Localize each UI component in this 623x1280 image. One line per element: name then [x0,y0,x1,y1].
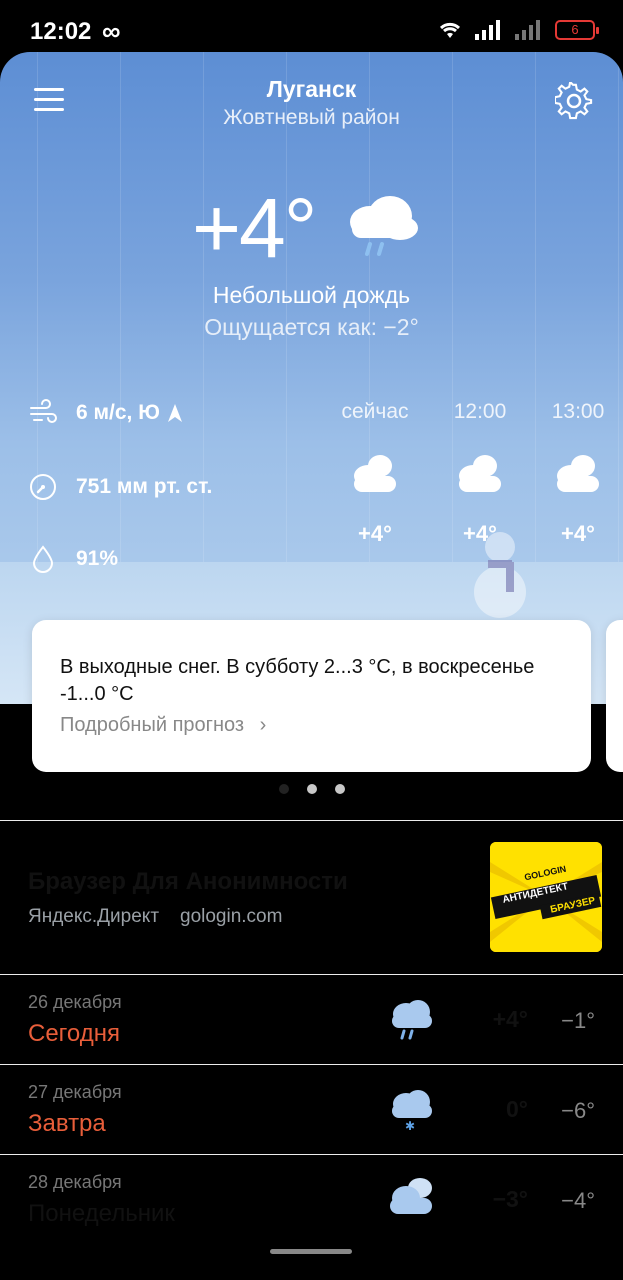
weather-hero: Луганск Жовтневый район +4° Небольшой до… [0,52,623,704]
infinity-icon: ∞ [102,16,121,46]
signal-icon [475,20,500,40]
day-max-temp: −3° [492,1186,528,1212]
divider [0,820,623,821]
day-max-temp: 0° [506,1096,528,1122]
cloud-snow-icon: ✱ [392,1090,432,1130]
day-date: 26 декабря [28,992,122,1012]
hour-13[interactable]: 13:00 +4° [533,400,623,547]
carousel-dot[interactable] [278,784,289,794]
status-bar: 12:02 ∞ 6 [0,0,623,56]
day-date: 27 декабря [28,1082,122,1102]
pressure-value: 751 мм рт. ст. [76,475,213,498]
cloud-sun-icon [459,455,501,492]
wifi-icon [439,22,461,38]
hour-temp: +4° [561,521,595,546]
hour-label: 12:00 [453,400,507,423]
svg-text:✱: ✱ [405,1119,415,1130]
wind-direction-icon [167,404,182,422]
day-min-temp: −4° [561,1188,595,1213]
district-name: Жовтневый район [223,106,400,129]
pressure-row: 751 мм рт. ст. [28,472,212,502]
city-name[interactable]: Луганск [0,76,623,103]
cloud-sun-icon [557,455,599,492]
status-time: 12:02 [30,18,92,45]
day-max-temp: +4° [492,1006,528,1032]
day-row[interactable]: 27 декабря Завтра ✱ 0° −6° [0,1064,623,1154]
day-name: Сегодня [28,1020,120,1047]
wind-row: 6 м/с, Ю [28,398,182,428]
hour-label: сейчас [341,400,409,423]
carousel-dots [0,784,623,794]
home-indicator[interactable] [270,1249,352,1254]
hour-temp: +4° [358,521,392,546]
day-row[interactable]: 26 декабря Сегодня +4° −1° [0,974,623,1064]
day-row[interactable]: 28 декабря Понедельник −3° −4° [0,1154,623,1244]
hour-label: 13:00 [551,400,605,423]
signal-icon-2 [515,20,540,40]
cloud-rain-icon [350,196,418,256]
feels-like-text: Ощущается как: −2° [204,314,419,340]
forecast-card[interactable]: В выходные снег. В субботу 2...3 °C, в в… [32,620,591,772]
cloud-rain-icon [392,1000,432,1040]
humidity-row: 91% [28,544,118,574]
carousel-dot[interactable] [334,784,345,794]
wind-value: 6 м/с, Ю [76,401,160,424]
day-min-temp: −6° [561,1098,595,1123]
hour-temp: +4° [463,521,497,546]
battery-icon: 6 [555,20,599,40]
current-temperature: +4° [192,181,317,275]
detailed-forecast-link[interactable]: Подробный прогноз › [60,714,563,737]
ad-source: Яндекс.Директ [28,906,160,927]
cloud-icon [390,1178,432,1214]
chevron-right-icon: › [259,714,267,736]
forecast-card-next[interactable] [606,620,623,772]
day-min-temp: −1° [561,1008,595,1033]
day-name: Завтра [28,1110,106,1137]
ad-domain[interactable]: gologin.com [180,906,282,928]
humidity-icon [32,545,54,573]
carousel-dot[interactable] [306,784,317,794]
wind-icon [30,399,57,423]
status-icons: 6 [437,20,599,40]
humidity-value: 91% [76,547,119,570]
day-date: 28 декабря [28,1172,122,1192]
ad-title[interactable]: Браузер Для Анонимности [28,868,348,896]
day-name: Понедельник [28,1200,175,1227]
cloud-sun-icon [354,455,396,492]
hour-12[interactable]: 12:00 +4° [435,400,525,547]
ad-image[interactable]: GOLOGIN АНТИДЕТЕКТ БРАУЗЕР [490,842,602,952]
card-link-label: Подробный прогноз [60,714,245,736]
pressure-icon [30,474,56,500]
card-text: В выходные снег. В субботу 2...3 °C, в в… [60,656,535,705]
hour-now[interactable]: сейчас +4° [330,400,420,547]
condition-text: Небольшой дождь [212,282,411,308]
